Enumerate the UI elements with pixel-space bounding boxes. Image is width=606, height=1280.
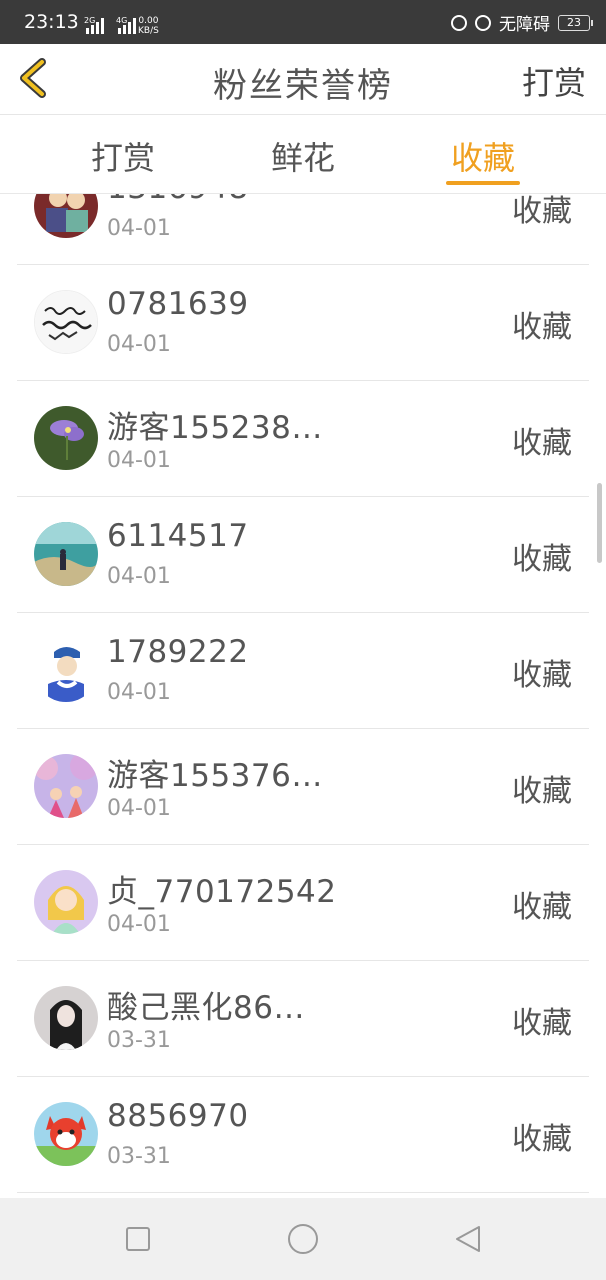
purple-flower-avatar	[34, 406, 98, 470]
list-item[interactable]: 1789222 04-01 收藏	[17, 612, 589, 729]
red-fox-avatar	[34, 1102, 98, 1166]
system-nav-bar	[0, 1198, 606, 1280]
action-label: 收藏	[512, 658, 572, 693]
action-label: 收藏	[512, 310, 572, 345]
list-item[interactable]: 酸己黑化86… 03-31 收藏	[17, 960, 589, 1077]
alarm-icon	[475, 14, 491, 31]
date: 04-01	[107, 448, 171, 473]
user-name: 游客155238…	[107, 410, 323, 446]
cartoon-boy-cap-avatar	[34, 638, 98, 702]
list-item[interactable]: 0781639 04-01 收藏	[17, 264, 589, 381]
action-label: 收藏	[512, 542, 572, 577]
recent-apps-button[interactable]	[121, 1222, 155, 1256]
network-speed: 0.00 KB/S	[138, 16, 159, 36]
circle-icon	[288, 1224, 318, 1254]
action-label: 收藏	[512, 194, 572, 229]
user-name: 6114517	[107, 518, 249, 554]
dark-hair-girl-avatar	[34, 986, 98, 1050]
triangle-back-icon	[456, 1226, 480, 1252]
action-label: 收藏	[512, 1006, 572, 1041]
list-item[interactable]: 1316948 04-01 收藏	[17, 194, 589, 265]
date: 04-01	[107, 912, 171, 937]
couple-illustration-avatar	[34, 194, 98, 238]
list-item[interactable]: 贞_770172542 04-01 收藏	[17, 844, 589, 961]
avatar	[34, 406, 98, 470]
page-title: 粉丝荣誉榜	[213, 66, 393, 106]
avatar	[34, 638, 98, 702]
date: 04-01	[107, 216, 171, 241]
tab-bar: 打赏 鲜花 收藏	[0, 115, 606, 194]
date: 03-31	[107, 1028, 171, 1053]
reward-button[interactable]: 打赏	[522, 58, 586, 104]
user-name: 酸己黑化86…	[107, 990, 305, 1026]
list-item[interactable]: 游客155376… 04-01 收藏	[17, 728, 589, 845]
list-item[interactable]: 8856970 03-31 收藏	[17, 1076, 589, 1193]
square-icon	[126, 1227, 150, 1251]
list-item[interactable]: 游客155238… 04-01 收藏	[17, 380, 589, 497]
lock-rotation-icon	[451, 14, 467, 31]
action-label: 收藏	[512, 774, 572, 809]
user-name: 0781639	[107, 286, 249, 322]
scrollbar[interactable]	[597, 483, 602, 563]
action-label: 收藏	[512, 1122, 572, 1157]
accessibility-label: 无障碍	[499, 15, 550, 35]
signal-icon-2	[118, 18, 136, 34]
signal-icon	[86, 18, 104, 34]
avatar	[34, 986, 98, 1050]
speed-unit: KB/S	[138, 26, 159, 36]
title-bar: 粉丝荣誉榜 打赏	[0, 44, 606, 115]
tab-flowers[interactable]: 鲜花	[253, 133, 353, 179]
avatar	[34, 870, 98, 934]
date: 04-01	[107, 564, 171, 589]
action-label: 收藏	[512, 890, 572, 925]
avatar	[34, 290, 98, 354]
avatar	[34, 194, 98, 238]
list-item[interactable]: 6114517 04-01 收藏	[17, 496, 589, 613]
tab-reward[interactable]: 打赏	[73, 133, 173, 179]
status-right: 无障碍 23	[451, 10, 593, 35]
avatar	[34, 1102, 98, 1166]
user-name: 贞_770172542	[107, 874, 337, 910]
user-name: 8856970	[107, 1098, 249, 1134]
avatar	[34, 754, 98, 818]
user-name: 1789222	[107, 634, 249, 670]
date: 04-01	[107, 680, 171, 705]
fan-list[interactable]: 1316948 04-01 收藏 0781639 04-01 收藏 游客1552…	[0, 194, 606, 1196]
active-tab-indicator	[446, 181, 520, 185]
back-nav-button[interactable]	[451, 1222, 485, 1256]
seaside-person-avatar	[34, 522, 98, 586]
battery-icon: 23	[558, 14, 593, 31]
date: 04-01	[107, 796, 171, 821]
user-name: 1316948	[107, 194, 249, 206]
action-label: 收藏	[512, 426, 572, 461]
anime-blossom-avatar	[34, 754, 98, 818]
status-time: 23:13	[24, 11, 79, 33]
date: 04-01	[107, 332, 171, 357]
avatar	[34, 522, 98, 586]
user-name: 游客155376…	[107, 758, 323, 794]
speed-value: 0.00	[138, 16, 159, 26]
date: 03-31	[107, 1144, 171, 1169]
tab-favorites[interactable]: 收藏	[433, 133, 533, 179]
status-bar: 23:13 2G 4G 0.00 KB/S 无障碍 23	[0, 0, 606, 44]
home-button[interactable]	[286, 1222, 320, 1256]
calligraphy-text-avatar	[35, 291, 97, 353]
anime-girl-avatar	[34, 870, 98, 934]
